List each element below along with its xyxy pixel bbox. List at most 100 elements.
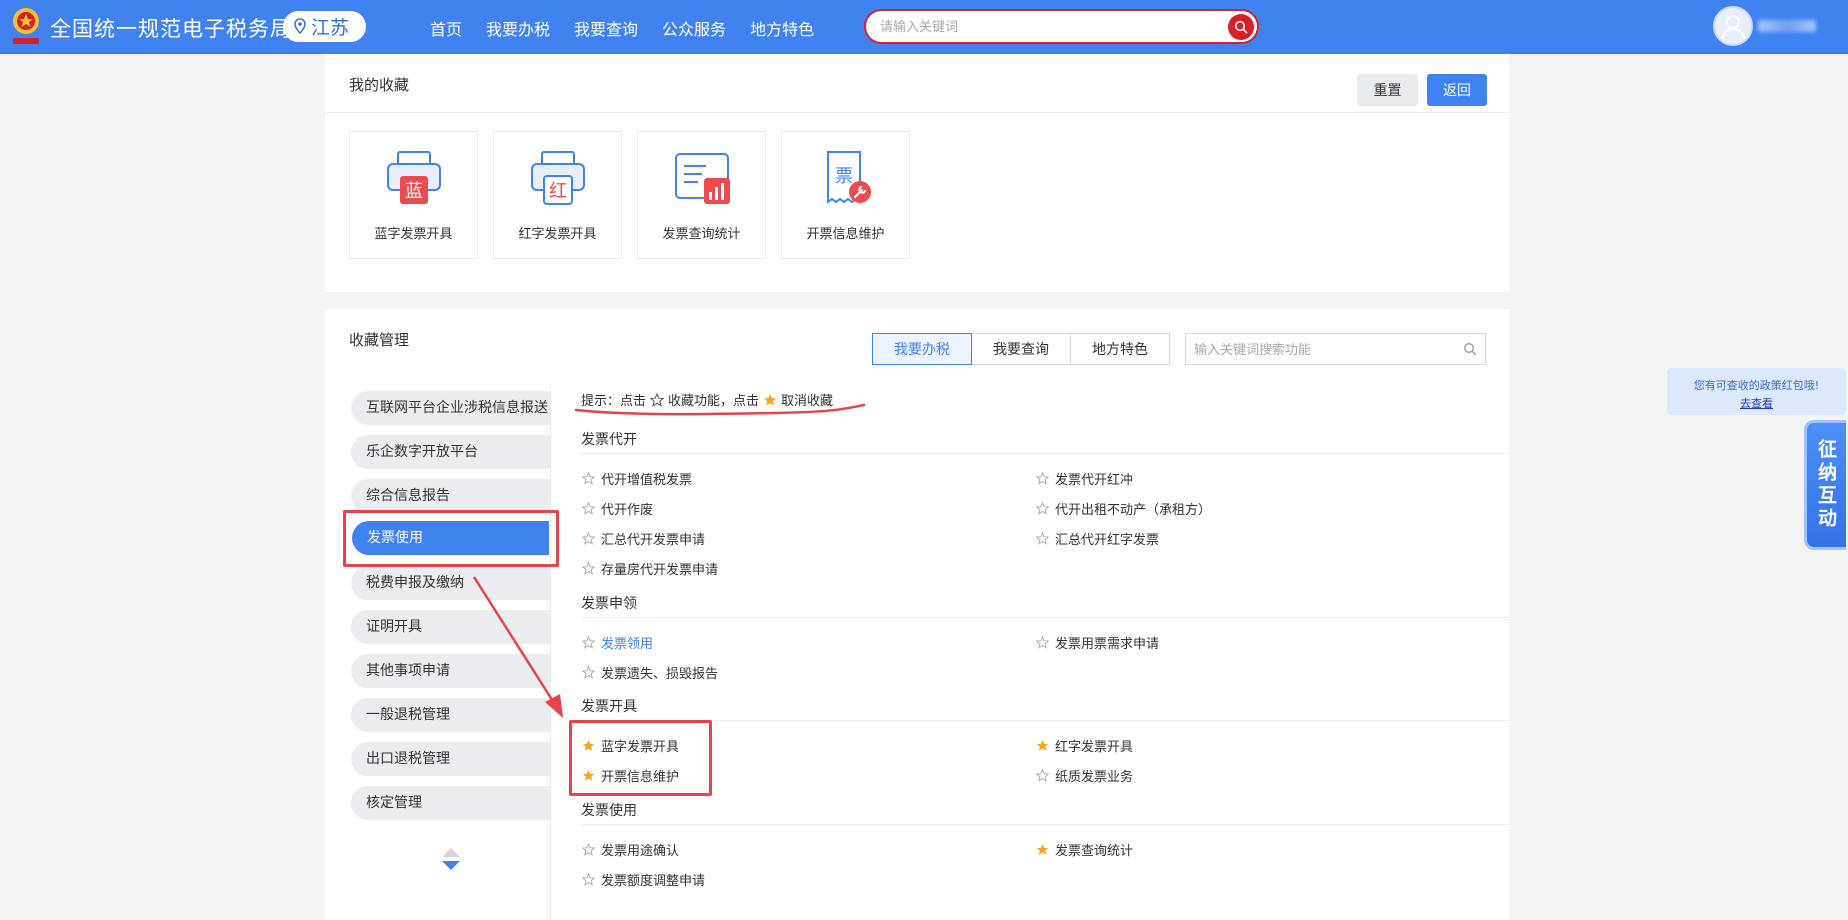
star-outline-icon[interactable] (1036, 472, 1049, 485)
section-divider (581, 453, 1509, 454)
function-search-input[interactable] (1194, 340, 1454, 360)
star-outline-icon[interactable] (582, 843, 595, 856)
favorite-item[interactable]: 红字发票开具 (1036, 736, 1133, 755)
favorite-item-label: 发票用票需求申请 (1055, 637, 1160, 652)
blue-invoice-printer-icon: 蓝 (387, 151, 441, 204)
reset-button[interactable]: 重置 (1357, 74, 1418, 106)
fav-card-label: 发票查询统计 (662, 227, 741, 242)
star-outline-icon[interactable] (582, 472, 595, 485)
policy-tip-text: 您有可查收的政策红包哦! (1693, 379, 1820, 392)
star-outline-icon[interactable] (582, 562, 595, 575)
star-filled-icon[interactable] (1036, 739, 1049, 752)
sidebar-item-other-requests[interactable]: 其他事项申请 (351, 654, 550, 688)
favorite-item-label: 红字发票开具 (1055, 740, 1134, 755)
favorite-item[interactable]: 汇总代开红字发票 (1036, 529, 1159, 548)
user-icon (1721, 15, 1745, 40)
sidebar-item-export-refund[interactable]: 出口退税管理 (351, 742, 550, 776)
red-invoice-printer-icon: 红 (531, 151, 585, 205)
favorite-item[interactable]: 发票用票需求申请 (1036, 633, 1159, 652)
global-search-input[interactable] (880, 17, 1210, 37)
fav-card-blue-invoice[interactable]: 蓝 蓝字发票开具 (349, 131, 478, 259)
nav-home[interactable]: 首页 (430, 16, 462, 40)
sidebar-item-tax-filing[interactable]: 税费申报及缴纳 (351, 566, 550, 600)
star-outline-icon[interactable] (1036, 769, 1049, 782)
nav-public-service[interactable]: 公众服务 (662, 16, 726, 40)
favorite-item-label: 发票查询统计 (1055, 844, 1134, 859)
section-divider (581, 617, 1509, 618)
tax-emblem-icon[interactable] (8, 5, 44, 47)
star-outline-icon[interactable] (582, 532, 595, 545)
fav-card-label: 红字发票开具 (518, 227, 597, 242)
star-outline-icon[interactable] (582, 502, 595, 515)
sidebar-item-platform-report[interactable]: 互联网平台企业涉税信息报送 (351, 391, 550, 425)
favorite-item-label: 发票用途确认 (601, 844, 680, 859)
favorite-item[interactable]: 代开增值税发票 (582, 469, 692, 488)
star-outline-icon[interactable] (1036, 502, 1049, 515)
favorite-item[interactable]: 存量房代开发票申请 (582, 559, 718, 578)
favorite-item-label: 发票遗失、损毁报告 (601, 667, 719, 682)
annotation-box-items (569, 720, 712, 796)
star-outline-icon[interactable] (582, 666, 595, 679)
favorite-item[interactable]: 发票代开红冲 (1036, 469, 1133, 488)
user-avatar[interactable] (1713, 6, 1753, 46)
nav-query[interactable]: 我要查询 (574, 16, 638, 40)
back-button[interactable]: 返回 (1427, 74, 1487, 106)
star-outline-icon[interactable] (1036, 532, 1049, 545)
favorite-item-label: 汇总代开红字发票 (1055, 533, 1160, 548)
sidebar-item-leqi-platform[interactable]: 乐企数字开放平台 (351, 435, 550, 469)
star-outline-icon[interactable] (1036, 636, 1049, 649)
region-label: 江苏 (311, 17, 350, 39)
section-divider (581, 824, 1509, 825)
search-icon[interactable] (1463, 342, 1477, 356)
invoice-stats-icon (675, 153, 730, 204)
favorite-item[interactable]: 发票额度调整申请 (582, 870, 705, 889)
tab-handle-tax[interactable]: 我要办税 (872, 333, 972, 365)
sidebar-scroll-arrows-icon[interactable] (441, 846, 461, 874)
fav-card-invoice-maintenance[interactable]: 票 开票信息维护 (781, 131, 910, 259)
favorite-item[interactable]: 纸质发票业务 (1036, 766, 1133, 785)
favorite-item-label: 代开作废 (601, 503, 654, 518)
region-selector[interactable]: 江苏 (283, 11, 366, 42)
favorite-item-label: 发票代开红冲 (1055, 473, 1134, 488)
nav-handle-tax[interactable]: 我要办税 (486, 16, 550, 40)
favorite-item-label: 发票领用 (601, 637, 654, 652)
section-title-invoice-use: 发票使用 (581, 803, 637, 819)
svg-text:票: 票 (835, 166, 853, 187)
sidebar-item-assessment[interactable]: 核定管理 (351, 786, 550, 820)
favorite-item[interactable]: 发票用途确认 (582, 840, 679, 859)
favorite-item-label: 汇总代开发票申请 (601, 533, 706, 548)
sidebar-item-certificate[interactable]: 证明开具 (351, 610, 550, 644)
policy-tip-link[interactable]: 去查看 (1667, 395, 1846, 411)
favorite-item[interactable]: 发票查询统计 (1036, 840, 1133, 859)
star-filled-icon[interactable] (1036, 843, 1049, 856)
favorite-item[interactable]: 汇总代开发票申请 (582, 529, 705, 548)
top-header: 全国统一规范电子税务局 江苏 首页 我要办税 我要查询 公众服务 地方特色 (0, 0, 1848, 54)
favorite-item-label: 存量房代开发票申请 (601, 563, 719, 578)
favorite-item[interactable]: 代开出租不动产（承租方） (1036, 499, 1211, 518)
sidebar-item-info-report[interactable]: 综合信息报告 (351, 479, 550, 513)
tab-local-features[interactable]: 地方特色 (1070, 333, 1170, 365)
annotation-box-sidebar (343, 510, 559, 567)
tab-query[interactable]: 我要查询 (971, 333, 1071, 365)
manager-panel: 收藏管理 我要办税 我要查询 地方特色 互联网平台企业涉税信息报送 乐企数字开放… (325, 309, 1509, 920)
divider (325, 112, 1509, 113)
fav-card-red-invoice[interactable]: 红 红字发票开具 (493, 131, 622, 259)
star-outline-icon[interactable] (582, 636, 595, 649)
favorite-item[interactable]: 发票领用 (582, 633, 653, 652)
interaction-float-button[interactable]: 征纳互动 (1804, 420, 1846, 550)
manager-title: 收藏管理 (349, 331, 410, 349)
sidebar-item-refund[interactable]: 一般退税管理 (351, 698, 550, 732)
star-outline-icon[interactable] (582, 873, 595, 886)
favorite-item[interactable]: 代开作废 (582, 499, 653, 518)
favorite-item-label: 发票额度调整申请 (601, 874, 706, 889)
section-divider (581, 720, 1509, 721)
sidebar-divider (550, 385, 551, 920)
policy-tip-card[interactable]: 您有可查收的政策红包哦! 去查看 (1667, 368, 1846, 415)
search-icon (1234, 20, 1248, 34)
fav-card-invoice-stats[interactable]: 发票查询统计 (637, 131, 766, 259)
username-redacted[interactable] (1758, 20, 1816, 32)
global-search-button[interactable] (1228, 14, 1254, 40)
nav-local-features[interactable]: 地方特色 (750, 16, 814, 40)
favorite-item[interactable]: 发票遗失、损毁报告 (582, 663, 718, 682)
site-title[interactable]: 全国统一规范电子税务局 (50, 13, 292, 43)
